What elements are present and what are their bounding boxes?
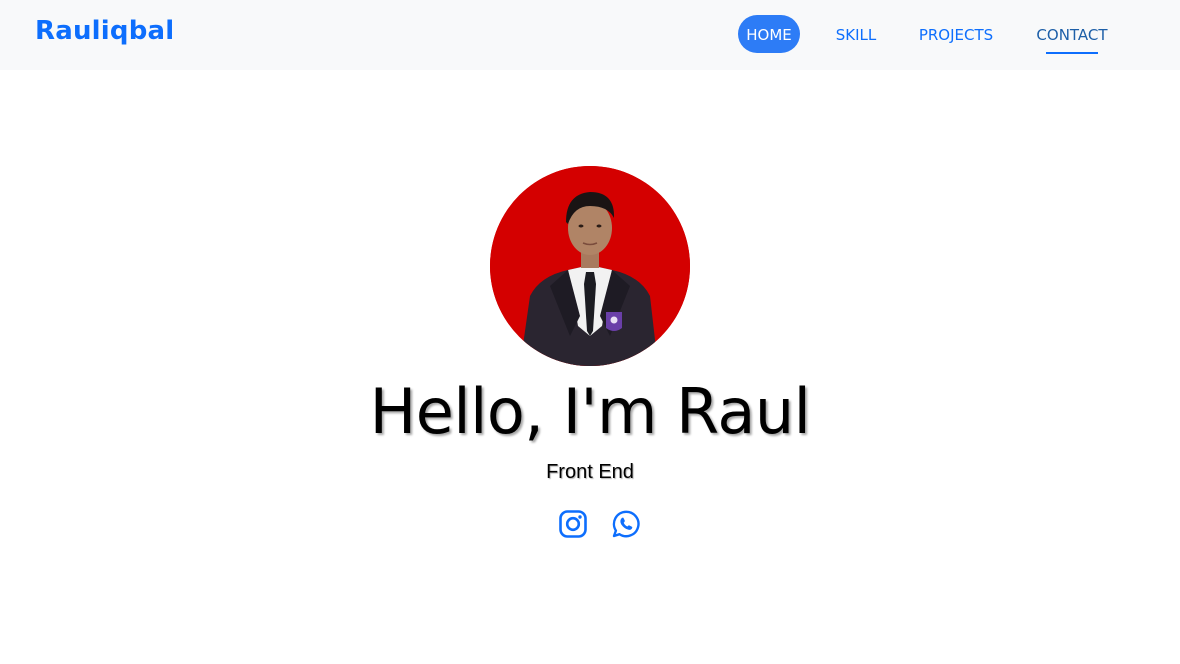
hero-subtitle: Front End: [546, 461, 634, 483]
hero-title: Hello, I'm Raul: [369, 375, 811, 448]
instagram-icon: [559, 510, 587, 538]
nav-item-contact[interactable]: CONTACT: [1030, 15, 1114, 54]
nav-item-home[interactable]: HOME: [738, 15, 800, 53]
navbar: Rauliqbal HOME SKILL PROJECTS CONTACT: [0, 0, 1180, 70]
brand-logo[interactable]: Rauliqbal: [35, 16, 174, 46]
nav-item-projects[interactable]: PROJECTS: [910, 15, 1002, 53]
profile-photo: [490, 166, 690, 366]
avatar: [490, 166, 690, 366]
instagram-link[interactable]: [558, 509, 588, 539]
nav-item-skill[interactable]: SKILL: [826, 15, 886, 53]
whatsapp-icon: [612, 510, 640, 538]
whatsapp-link[interactable]: [611, 509, 641, 539]
